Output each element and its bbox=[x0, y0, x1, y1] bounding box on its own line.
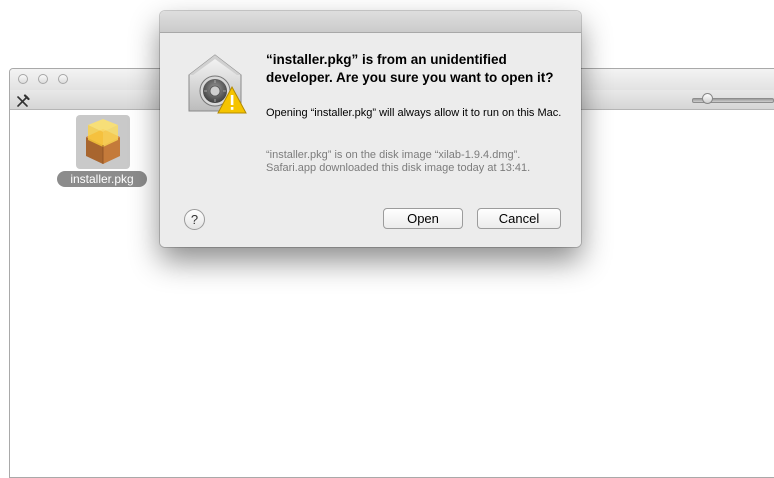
alert-info-text: “installer.pkg” is on the disk image “xi… bbox=[266, 149, 531, 174]
file-item-installer[interactable]: installer.pkg bbox=[57, 115, 147, 193]
help-button[interactable]: ? bbox=[184, 209, 205, 230]
file-name-label[interactable]: installer.pkg bbox=[57, 171, 147, 187]
dialog-titlebar bbox=[160, 11, 581, 33]
gatekeeper-lock-warning-icon bbox=[188, 54, 247, 114]
slider-thumb[interactable] bbox=[702, 93, 713, 104]
unidentified-developer-alert: “installer.pkg” is from an unidentified … bbox=[160, 11, 581, 247]
open-button[interactable]: Open bbox=[383, 208, 463, 229]
cancel-button[interactable]: Cancel bbox=[477, 208, 561, 229]
icon-size-slider[interactable] bbox=[692, 93, 774, 104]
minimize-window-button[interactable] bbox=[38, 74, 48, 84]
package-icon bbox=[86, 119, 120, 164]
tools-icon[interactable] bbox=[16, 93, 30, 107]
alert-message: Opening “installer.pkg” will always allo… bbox=[266, 107, 562, 119]
close-window-button[interactable] bbox=[18, 74, 28, 84]
zoom-window-button[interactable] bbox=[58, 74, 68, 84]
alert-title: “installer.pkg” is from an unidentified … bbox=[266, 52, 554, 85]
